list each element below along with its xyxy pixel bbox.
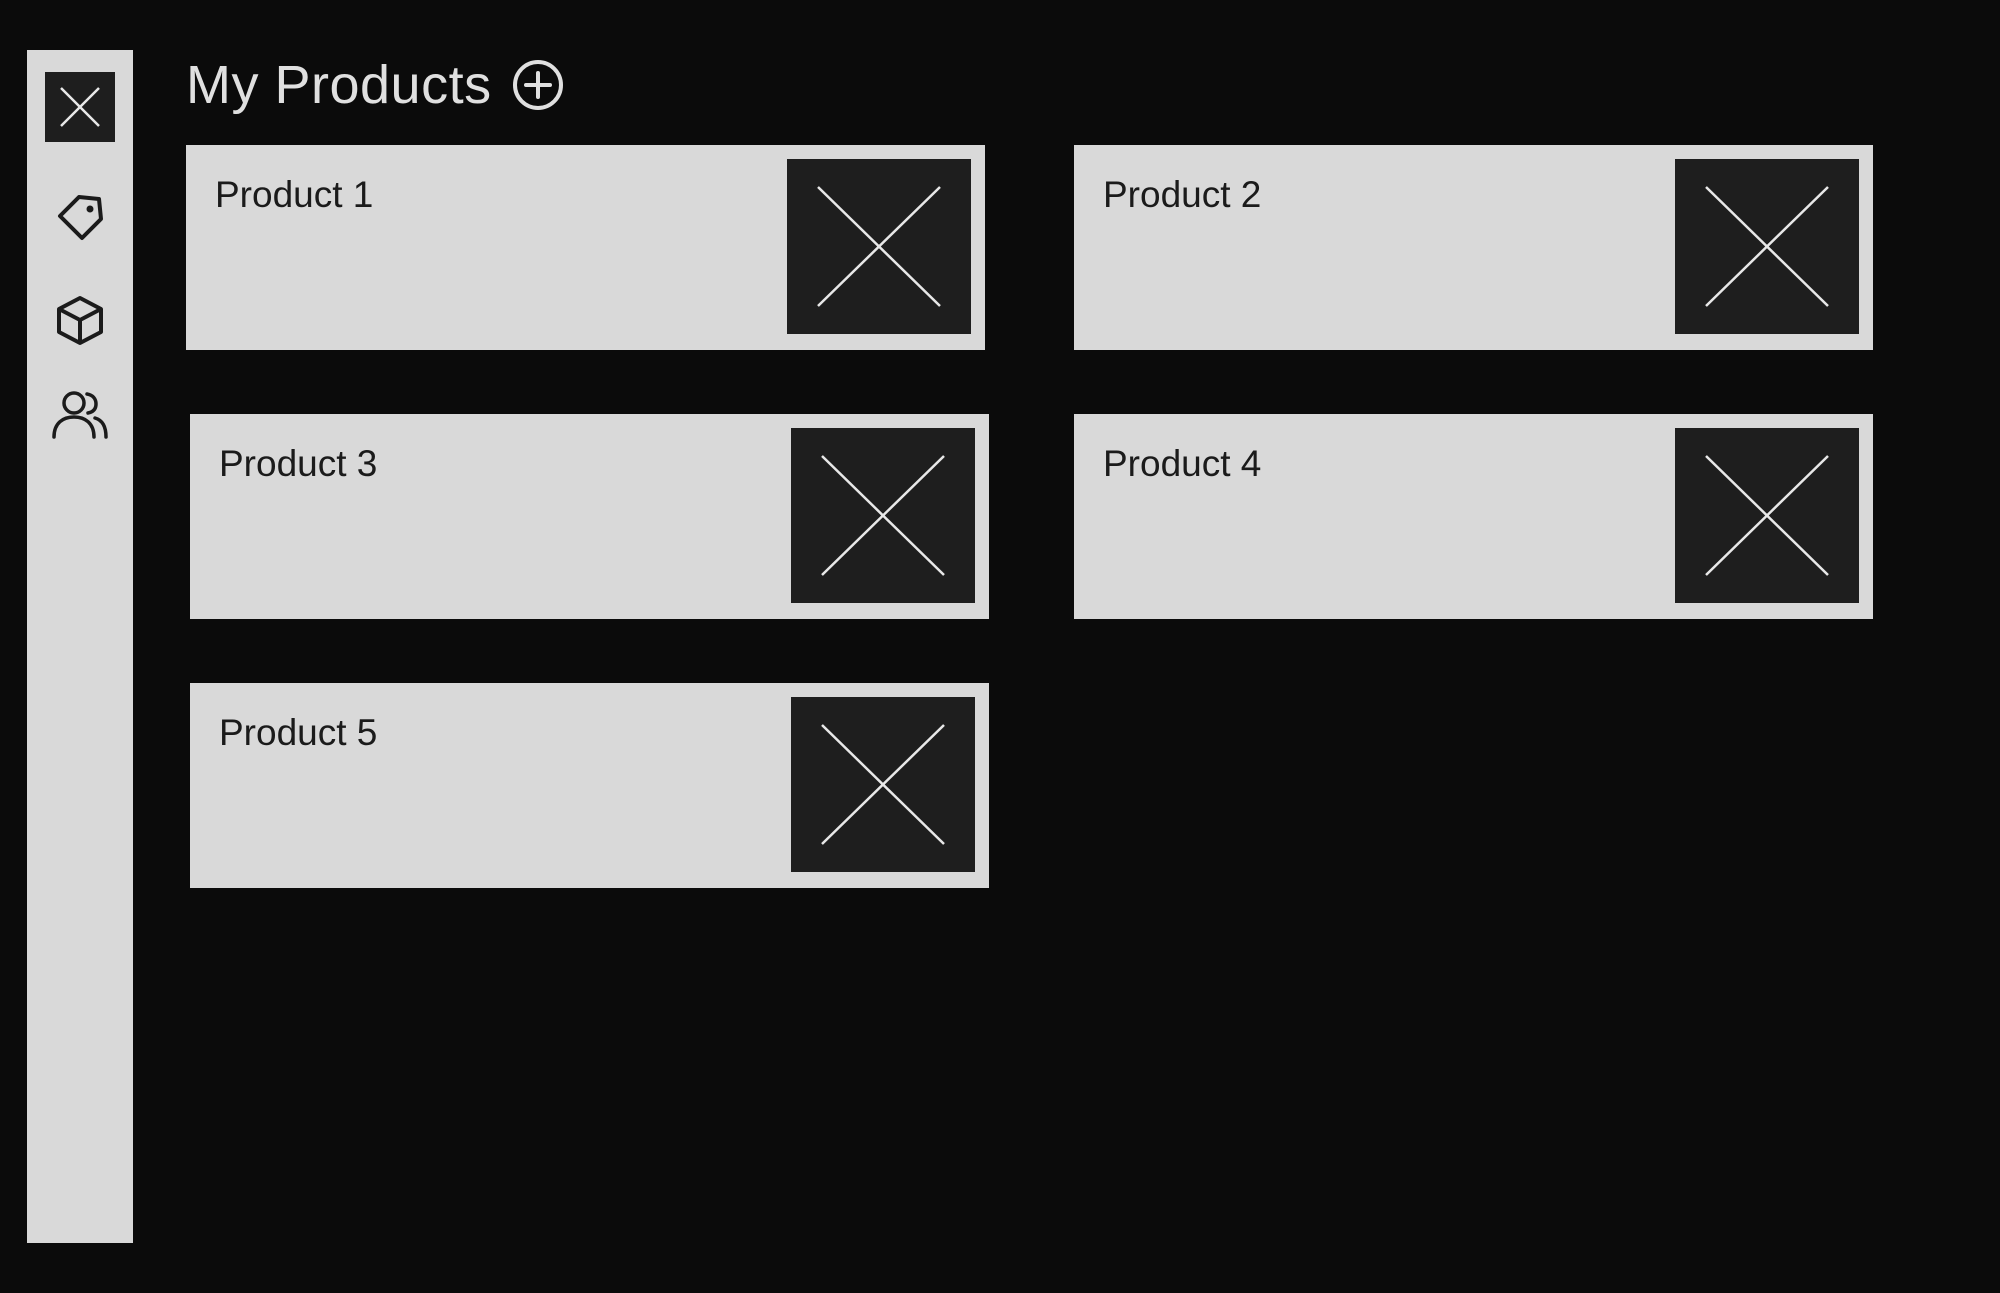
close-icon <box>60 87 100 127</box>
image-placeholder-icon <box>817 186 941 307</box>
product-name: Product 5 <box>219 712 378 753</box>
add-product-button[interactable] <box>510 57 566 113</box>
product-name: Product 1 <box>215 174 374 215</box>
page-header: My Products <box>186 50 566 120</box>
sidebar <box>27 50 133 1243</box>
product-image <box>791 428 975 603</box>
product-name: Product 4 <box>1103 443 1262 484</box>
box-icon <box>57 296 103 345</box>
sidebar-close-button[interactable] <box>45 72 115 142</box>
users-icon <box>52 391 108 439</box>
image-placeholder-icon <box>821 455 945 576</box>
product-card[interactable]: Product 4 <box>1074 414 1873 619</box>
sidebar-item-users[interactable] <box>45 380 115 450</box>
sidebar-item-products[interactable] <box>45 285 115 355</box>
products-page: My Products Product 1 Product 2 Product … <box>0 0 2000 1293</box>
product-name: Product 3 <box>219 443 378 484</box>
image-placeholder-icon <box>1705 455 1829 576</box>
product-card[interactable]: Product 2 <box>1074 145 1873 350</box>
product-image <box>787 159 971 334</box>
product-card[interactable]: Product 3 <box>190 414 989 619</box>
product-name: Product 2 <box>1103 174 1262 215</box>
product-card[interactable]: Product 5 <box>190 683 989 888</box>
tag-icon <box>58 195 103 240</box>
product-card[interactable]: Product 1 <box>186 145 985 350</box>
sidebar-item-tags[interactable] <box>45 182 115 252</box>
page-title: My Products <box>186 55 492 115</box>
plus-circle-icon <box>512 60 563 110</box>
image-placeholder-icon <box>821 724 945 845</box>
product-image <box>1675 159 1859 334</box>
image-placeholder-icon <box>1705 186 1829 307</box>
product-image <box>1675 428 1859 603</box>
product-image <box>791 697 975 872</box>
